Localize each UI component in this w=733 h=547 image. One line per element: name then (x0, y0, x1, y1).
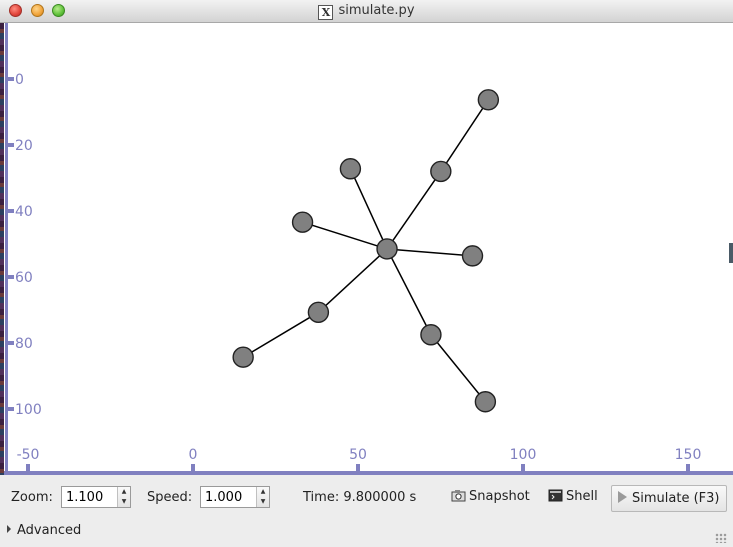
zoom-label: Zoom: (11, 490, 53, 505)
advanced-expander[interactable]: Advanced (7, 523, 81, 538)
y-axis-tick-label: 100 (15, 402, 42, 418)
graph-node (307, 301, 330, 324)
terminal-icon (548, 489, 563, 502)
simulation-canvas-frame: -50 0 50 100 150 0 20 40 60 80 100 (0, 23, 733, 475)
graph-node (420, 324, 442, 346)
y-axis-tick (5, 275, 14, 279)
x-axis-tick (521, 464, 525, 472)
resize-grip[interactable] (715, 533, 727, 543)
y-axis-tick (5, 143, 14, 147)
snapshot-button[interactable]: Snapshot (451, 489, 530, 504)
zoom-down-icon[interactable]: ▼ (118, 497, 130, 507)
y-axis-tick-label: 0 (15, 72, 24, 88)
speed-down-icon[interactable]: ▼ (257, 497, 269, 507)
graph-node (474, 391, 497, 413)
simulate-label: Simulate (F3) (632, 491, 720, 506)
x-axis-tick (191, 464, 195, 472)
graph-node (477, 89, 500, 111)
x-axis-tick-label: 150 (675, 447, 702, 463)
graph-node (339, 158, 362, 180)
graph-node (461, 245, 484, 267)
speed-spinbox[interactable]: ▲ ▼ (200, 486, 270, 508)
y-axis-tick-label: 40 (15, 204, 33, 220)
canvas-left-edge (0, 23, 4, 475)
x-axis-tick (356, 464, 360, 472)
control-panel: Zoom: ▲ ▼ Speed: ▲ ▼ Time: 9.800000 s Sn… (0, 475, 733, 547)
graph-node (291, 211, 314, 233)
y-axis-tick (5, 341, 14, 345)
shell-button[interactable]: Shell (548, 489, 598, 504)
x11-icon: X (318, 5, 334, 20)
camera-icon (451, 490, 466, 502)
x-axis-tick (26, 464, 30, 472)
canvas-right-marker (729, 243, 733, 263)
time-readout: Time: 9.800000 s (303, 490, 417, 505)
canvas-background (0, 23, 733, 475)
snapshot-label: Snapshot (469, 489, 530, 504)
y-axis-tick-label: 20 (15, 138, 33, 154)
advanced-label: Advanced (17, 523, 82, 538)
shell-label: Shell (566, 489, 598, 504)
y-axis-tick (5, 407, 14, 411)
zoom-input[interactable] (62, 487, 118, 507)
simulate-button[interactable]: Simulate (F3) (611, 485, 727, 512)
zoom-spinbox[interactable]: ▲ ▼ (61, 486, 131, 508)
window-title: simulate.py (338, 3, 415, 18)
x-axis-tick-label: -50 (17, 447, 40, 463)
x-axis-tick-label: 0 (189, 447, 198, 463)
x-axis-tick-label: 100 (510, 447, 537, 463)
window-title-area: Xsimulate.py (0, 3, 733, 20)
graph-node (430, 160, 452, 183)
graph-node (232, 346, 254, 368)
y-axis-tick-label: 60 (15, 270, 33, 286)
zoom-up-icon[interactable]: ▲ (118, 487, 130, 497)
x-axis-tick (686, 464, 690, 472)
title-bar: Xsimulate.py (0, 0, 733, 23)
graph-node (376, 238, 398, 260)
play-icon (618, 491, 627, 503)
simulation-canvas[interactable]: -50 0 50 100 150 0 20 40 60 80 100 (0, 23, 733, 475)
x-axis-tick-label: 50 (349, 447, 367, 463)
speed-up-icon[interactable]: ▲ (257, 487, 269, 497)
y-axis-tick (5, 77, 14, 81)
zoom-stepper[interactable]: ▲ ▼ (117, 487, 130, 507)
speed-input[interactable] (201, 487, 257, 507)
expand-triangle-icon (7, 525, 11, 533)
speed-stepper[interactable]: ▲ ▼ (256, 487, 269, 507)
y-axis-tick-label: 80 (15, 336, 33, 352)
y-axis-tick (5, 209, 14, 213)
speed-label: Speed: (147, 490, 193, 505)
